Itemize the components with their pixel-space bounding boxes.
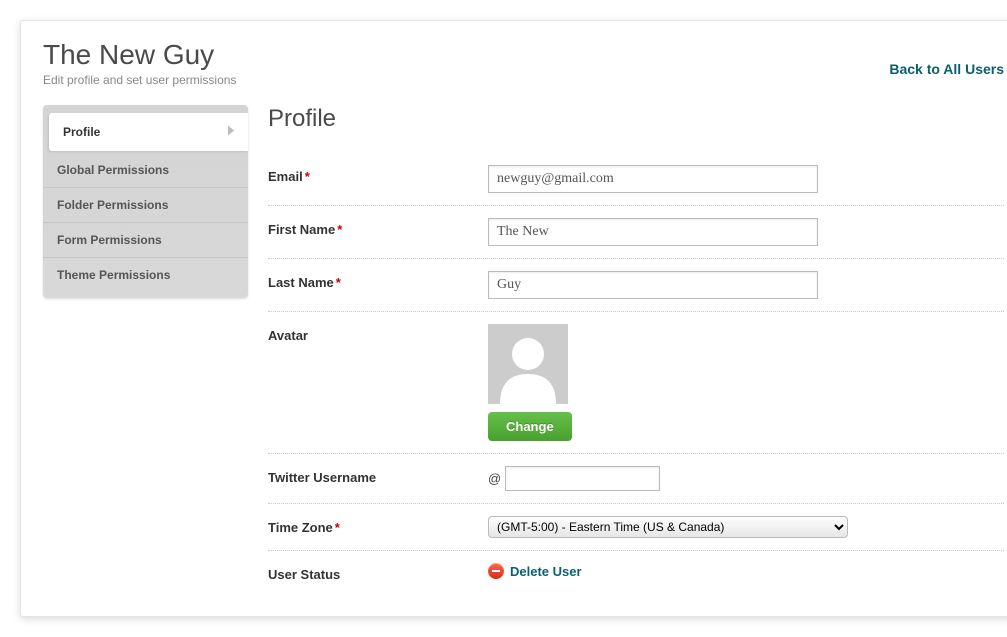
- first-name-field[interactable]: [488, 218, 818, 246]
- sidebar-item-profile[interactable]: Profile: [49, 113, 248, 151]
- chevron-right-icon: [226, 125, 236, 140]
- required-icon: *: [335, 520, 340, 535]
- required-icon: *: [305, 169, 310, 184]
- row-last-name: Last Name*: [268, 259, 1004, 312]
- label-twitter: Twitter Username: [268, 466, 488, 485]
- sidebar-item-form-permissions[interactable]: Form Permissions: [43, 222, 248, 257]
- row-email: Email*: [268, 153, 1004, 206]
- content-area: Profile Global Permissions Folder Permis…: [43, 105, 1004, 594]
- page-container: The New Guy Edit profile and set user pe…: [20, 20, 1007, 617]
- at-sign-prefix: @: [488, 471, 501, 486]
- main-panel: Profile Email* First Name* La: [268, 105, 1004, 594]
- page-subtitle: Edit profile and set user permissions: [43, 73, 236, 87]
- row-first-name: First Name*: [268, 206, 1004, 259]
- change-avatar-button[interactable]: Change: [488, 412, 572, 441]
- sidebar-item-label: Profile: [63, 125, 100, 139]
- sidebar-item-label: Theme Permissions: [57, 268, 170, 282]
- sidebar-item-global-permissions[interactable]: Global Permissions: [43, 153, 248, 187]
- avatar-placeholder-icon: [488, 324, 568, 404]
- label-timezone: Time Zone*: [268, 516, 488, 535]
- sidebar-item-label: Form Permissions: [57, 233, 162, 247]
- required-icon: *: [337, 222, 342, 237]
- email-field[interactable]: [488, 165, 818, 193]
- delete-icon: [488, 563, 504, 579]
- page-header: The New Guy Edit profile and set user pe…: [43, 39, 1004, 87]
- sidebar-item-label: Folder Permissions: [57, 198, 168, 212]
- label-avatar: Avatar: [268, 324, 488, 343]
- sidebar-item-folder-permissions[interactable]: Folder Permissions: [43, 187, 248, 222]
- row-avatar: Avatar Change: [268, 312, 1004, 454]
- sidebar-item-theme-permissions[interactable]: Theme Permissions: [43, 257, 248, 292]
- twitter-username-field[interactable]: [505, 466, 660, 491]
- page-title: The New Guy: [43, 39, 236, 71]
- row-twitter: Twitter Username @: [268, 454, 1004, 504]
- row-timezone: Time Zone* (GMT-5:00) - Eastern Time (US…: [268, 504, 1004, 551]
- required-icon: *: [336, 275, 341, 290]
- label-first-name: First Name*: [268, 218, 488, 237]
- header-left: The New Guy Edit profile and set user pe…: [43, 39, 236, 87]
- sidebar-nav: Profile Global Permissions Folder Permis…: [43, 105, 248, 298]
- sidebar-item-label: Global Permissions: [57, 163, 169, 177]
- timezone-select[interactable]: (GMT-5:00) - Eastern Time (US & Canada): [488, 516, 848, 538]
- label-last-name: Last Name*: [268, 271, 488, 290]
- delete-user-link[interactable]: Delete User: [488, 563, 1004, 579]
- last-name-field[interactable]: [488, 271, 818, 299]
- row-user-status: User Status Delete User: [268, 551, 1004, 594]
- label-email: Email*: [268, 165, 488, 184]
- section-heading: Profile: [268, 105, 1004, 133]
- back-to-all-users-link[interactable]: Back to All Users: [889, 61, 1004, 77]
